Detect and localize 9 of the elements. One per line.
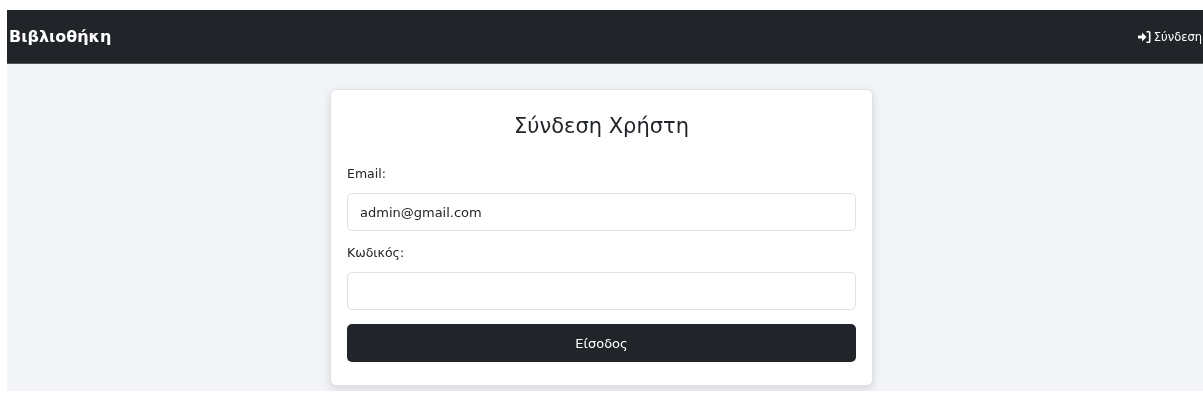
login-button[interactable]: Είσοδος — [347, 324, 856, 362]
input-field[interactable] — [347, 272, 856, 310]
input-field[interactable]: admin@gmail.com — [347, 193, 856, 231]
login-link[interactable]: Σύνδεση — [1137, 29, 1202, 44]
brand-link[interactable]: Βιβλιοθήκη — [9, 27, 112, 46]
field-label: Κωδικός: — [347, 245, 406, 260]
login-title: Σύνδεση Χρήστη — [513, 113, 690, 140]
field-label: Email: — [347, 166, 387, 181]
sign-in-icon — [1137, 30, 1151, 43]
